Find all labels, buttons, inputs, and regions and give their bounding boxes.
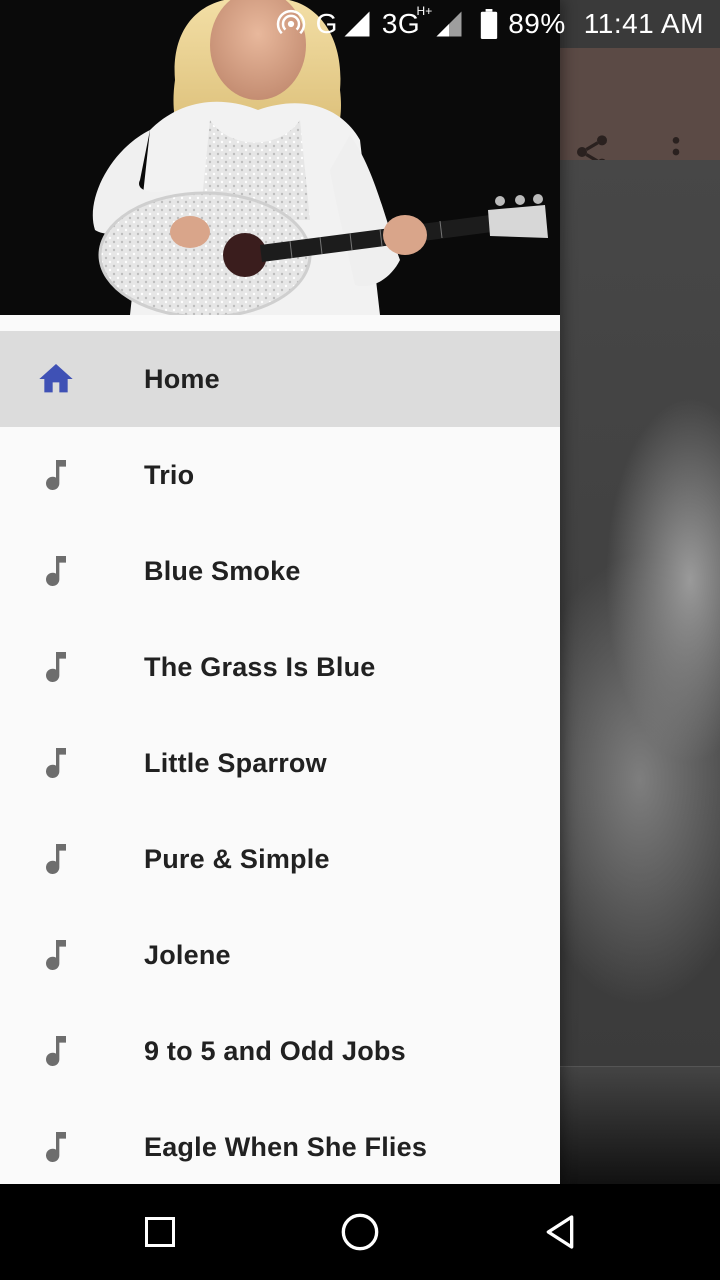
music-note-icon xyxy=(32,451,80,499)
drawer-item-9-to-5[interactable]: 9 to 5 and Odd Jobs xyxy=(0,1003,560,1099)
recents-icon[interactable] xyxy=(136,1208,184,1256)
drawer-item-eagle-when-she-flies[interactable]: Eagle When She Flies xyxy=(0,1099,560,1184)
drawer-item-label: Jolene xyxy=(144,939,231,970)
drawer-item-jolene[interactable]: Jolene xyxy=(0,907,560,1003)
network-3g-label: 3G xyxy=(381,8,421,39)
drawer-item-label: 9 to 5 and Odd Jobs xyxy=(144,1035,406,1066)
drawer-item-label: Trio xyxy=(144,459,195,490)
music-note-icon xyxy=(32,643,80,691)
network-type-3g: 3G H+ xyxy=(381,4,432,40)
clock: 11:41 AM xyxy=(583,8,704,39)
network-hplus-label: H+ xyxy=(416,4,433,18)
drawer-item-label: Eagle When She Flies xyxy=(144,1131,428,1162)
drawer-item-little-sparrow[interactable]: Little Sparrow xyxy=(0,715,560,811)
drawer-item-the-grass-is-blue[interactable]: The Grass Is Blue xyxy=(0,619,560,715)
home-icon xyxy=(32,355,80,403)
drawer-item-blue-smoke[interactable]: Blue Smoke xyxy=(0,523,560,619)
drawer-item-label: Little Sparrow xyxy=(144,747,327,778)
signal-icon xyxy=(342,9,372,39)
drawer-item-label: Home xyxy=(144,363,220,394)
system-navigation-bar xyxy=(0,1184,720,1280)
drawer-item-trio[interactable]: Trio xyxy=(0,427,560,523)
music-note-icon xyxy=(32,1123,80,1171)
music-note-icon xyxy=(32,739,80,787)
back-icon[interactable] xyxy=(536,1208,584,1256)
status-bar: G 3G H+ 89% 11:41 AM xyxy=(0,0,720,48)
music-note-icon xyxy=(32,931,80,979)
drawer-item-home[interactable]: Home xyxy=(0,331,560,427)
drawer-item-pure-simple[interactable]: Pure & Simple xyxy=(0,811,560,907)
battery-percent: 89% xyxy=(508,8,566,39)
drawer-item-label: The Grass Is Blue xyxy=(144,651,376,682)
drawer-menu: Home Trio Blue Smoke The Grass Is Blue L xyxy=(0,331,560,1184)
home-circle-icon[interactable] xyxy=(336,1208,384,1256)
hotspot-icon xyxy=(276,9,306,39)
music-note-icon xyxy=(32,835,80,883)
battery-icon xyxy=(480,9,498,39)
drawer-item-label: Pure & Simple xyxy=(144,843,330,874)
drawer-item-label: Blue Smoke xyxy=(144,555,301,586)
signal-icon xyxy=(434,9,464,39)
navigation-drawer: Home Trio Blue Smoke The Grass Is Blue L xyxy=(0,0,560,1184)
music-note-icon xyxy=(32,1027,80,1075)
network-type-g: G xyxy=(315,8,338,39)
music-note-icon xyxy=(32,547,80,595)
